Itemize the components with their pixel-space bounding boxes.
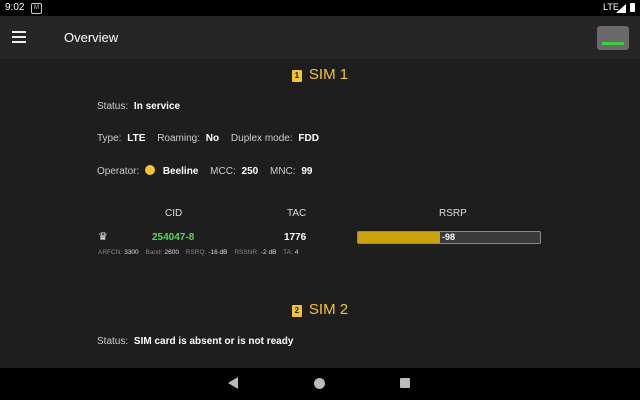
hamburger-menu-icon[interactable] — [12, 31, 26, 43]
cell-tac: 1776 — [284, 232, 307, 243]
clock: 9:02 — [5, 2, 25, 13]
rsrp-bar-fill — [358, 232, 440, 243]
signal-icon — [616, 4, 626, 13]
type-label: Type: — [97, 133, 122, 144]
band-label: Band: — [145, 249, 163, 256]
ta-value: 4 — [294, 249, 299, 256]
mcc-value: 250 — [241, 166, 259, 177]
sim2-title: SIM 2 — [308, 301, 349, 318]
roaming-value: No — [205, 133, 220, 144]
signal-widget-button[interactable] — [597, 26, 629, 50]
duplex-value: FDD — [298, 133, 319, 144]
sim2-status-value: SIM card is absent or is not ready — [133, 336, 294, 347]
rsrp-value: -98 — [442, 232, 456, 242]
cell-details: ARFCN: 3300 Band: 2600 RSRQ: -16 dB RSSNR: -… — [98, 249, 303, 256]
band-value: 2600 — [164, 249, 179, 256]
navigation-bar — [0, 368, 640, 400]
cid-column-header: CID — [165, 208, 183, 219]
sim1-status-row: Status: In service — [97, 101, 189, 112]
status-value: In service — [133, 101, 181, 112]
mcc-label: MCC: — [210, 166, 236, 177]
tac-column-header: TAC — [287, 208, 307, 219]
serving-cell-crown-icon: ♛ — [98, 231, 108, 243]
roaming-label: Roaming: — [157, 133, 200, 144]
operator-label: Operator: — [97, 166, 140, 177]
rssnr-value: -2 dB — [260, 249, 277, 256]
sim1-badge-icon: 1 — [291, 70, 302, 82]
sim1-heading: 1 SIM 1 — [0, 66, 640, 83]
sim1-title: SIM 1 — [308, 66, 349, 83]
sim2-status-label: Status: — [97, 336, 129, 347]
mnc-value: 99 — [301, 166, 313, 177]
beeline-logo-icon — [145, 165, 156, 175]
home-icon[interactable] — [314, 378, 325, 389]
sim1-type-row: Type: LTE Roaming: No Duplex mode: FDD — [97, 133, 328, 144]
cell-cid: 254047-8 — [152, 232, 195, 243]
app-bar: Overview — [0, 16, 640, 59]
rsrp-bar: -98 — [357, 231, 541, 244]
rssnr-label: RSSNR: — [234, 249, 259, 256]
ta-label: TA: — [283, 249, 293, 256]
notification-icon: M — [31, 3, 42, 14]
sim2-badge-icon: 2 — [291, 305, 302, 317]
back-icon[interactable] — [228, 377, 238, 389]
battery-icon — [630, 3, 635, 12]
rsrq-value: -16 dB — [208, 249, 228, 256]
signal-level-bar — [602, 42, 624, 45]
duplex-label: Duplex mode: — [230, 133, 293, 144]
sim2-heading: 2 SIM 2 — [0, 301, 640, 318]
arfcn-value: 3300 — [124, 249, 139, 256]
recents-icon[interactable] — [400, 378, 410, 388]
status-bar: 9:02 M LTE — [0, 0, 640, 16]
operator-value: Beeline — [162, 166, 199, 177]
page-title: Overview — [64, 30, 119, 45]
status-label: Status: — [97, 101, 129, 112]
arfcn-label: ARFCN: — [98, 249, 123, 256]
mnc-label: MNC: — [269, 166, 296, 177]
sim2-status-row: Status: SIM card is absent or is not rea… — [97, 336, 302, 347]
rsrq-label: RSRQ: — [185, 249, 207, 256]
type-value: LTE — [127, 133, 146, 144]
rsrp-column-header: RSRP — [439, 208, 467, 219]
sim1-operator-row: Operator: Beeline MCC: 250 MNC: 99 — [97, 165, 321, 177]
